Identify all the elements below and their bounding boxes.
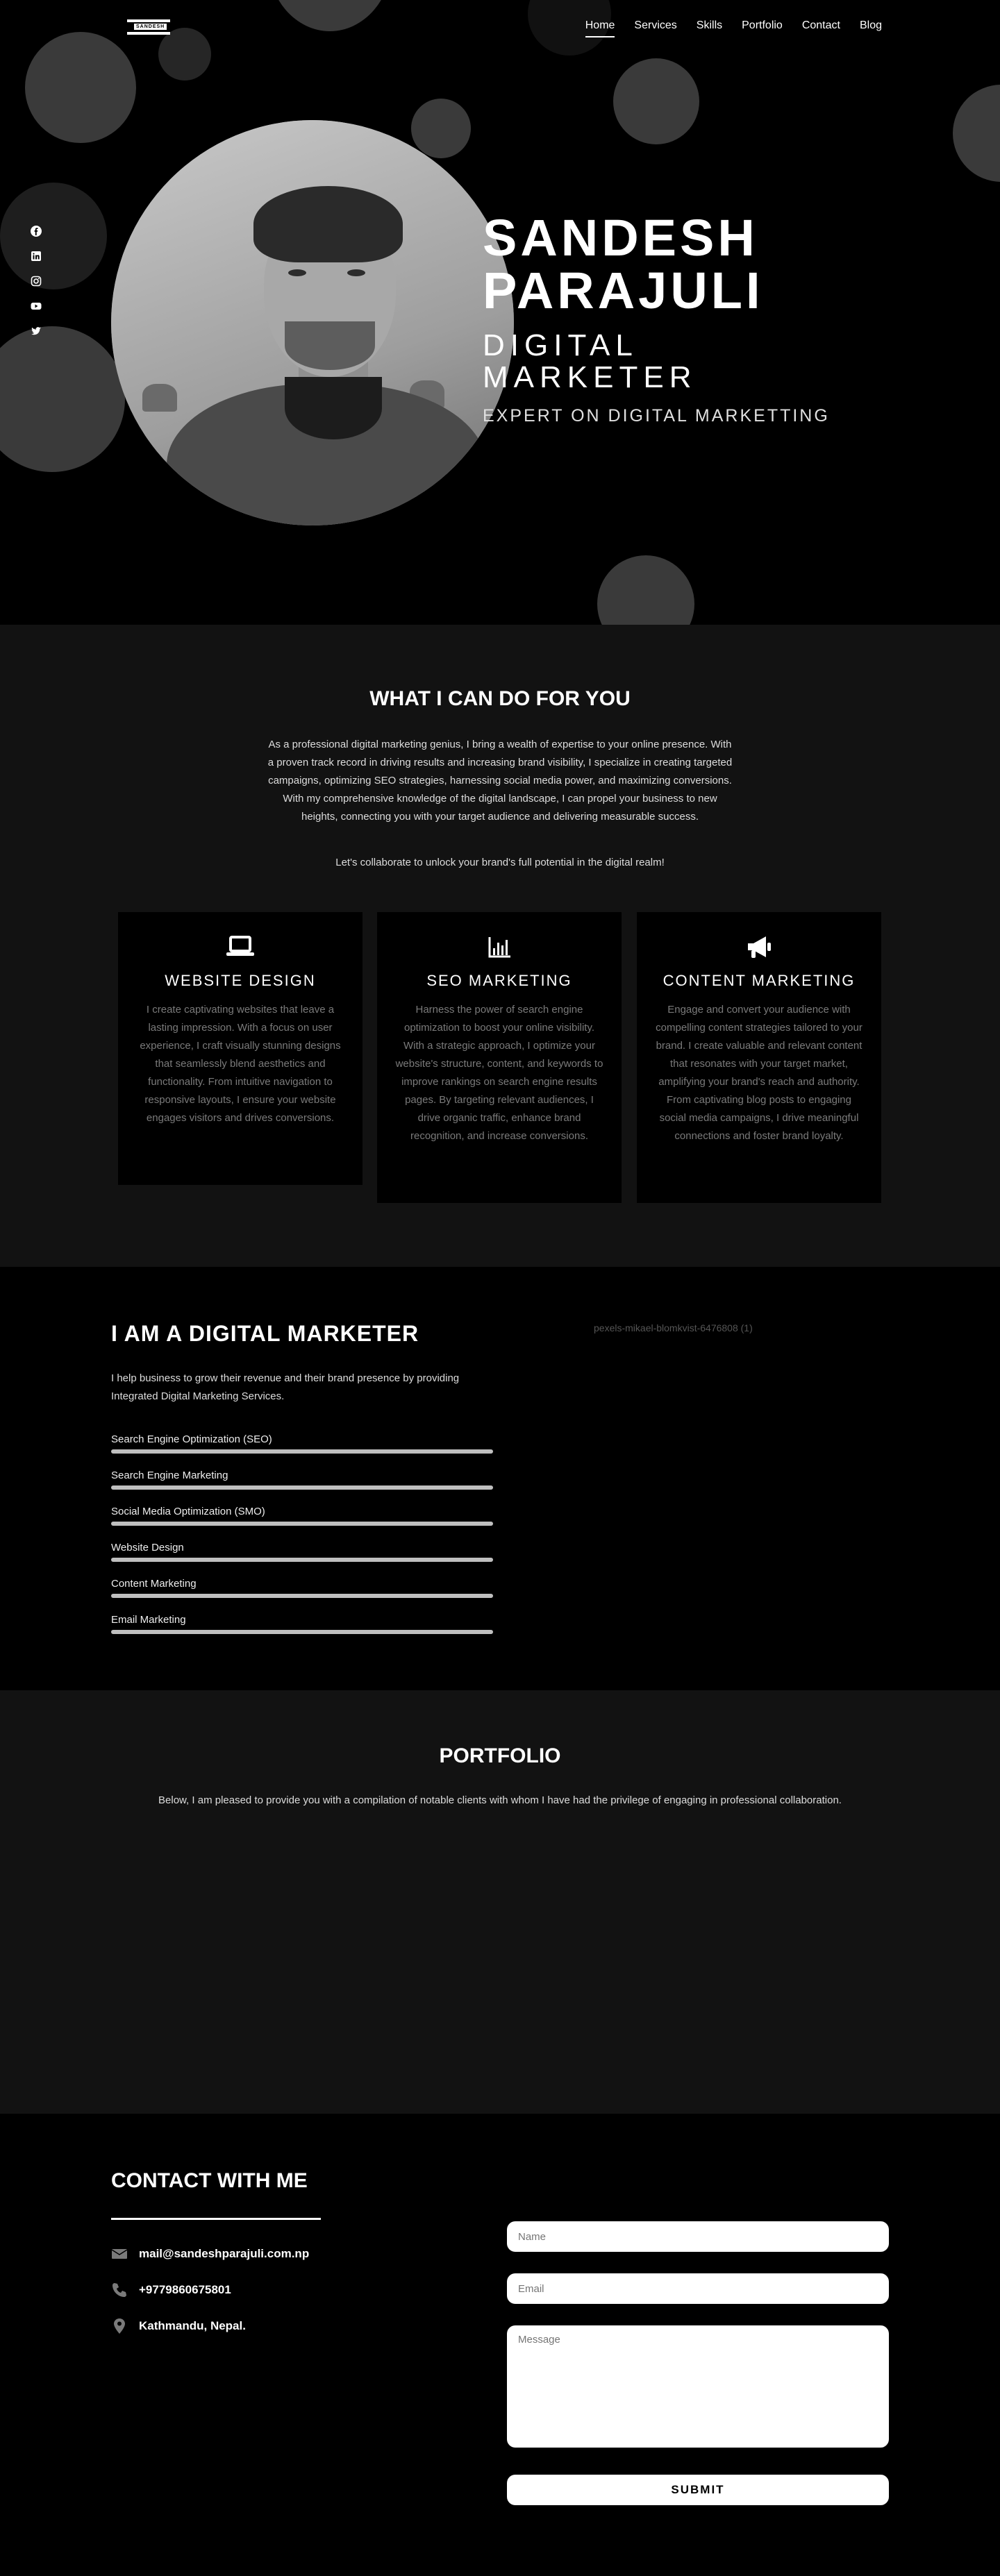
contact-title: CONTACT WITH ME xyxy=(111,2169,308,2192)
email-field[interactable] xyxy=(507,2273,889,2304)
hero-role: DIGITAL MARKETER xyxy=(483,330,830,394)
skills-lead: I help business to grow their revenue an… xyxy=(111,1372,460,1402)
hero-section: SANDESH Home Services Skills Portfolio C… xyxy=(0,0,1000,625)
portfolio-text: Below, I am pleased to provide you with … xyxy=(158,1794,842,1806)
services-intro: As a professional digital marketing geni… xyxy=(267,739,733,823)
skill-label: Email Marketing xyxy=(111,1614,186,1626)
skill-bar xyxy=(111,1522,493,1526)
social-links xyxy=(31,226,42,337)
skill-label: Search Engine Marketing xyxy=(111,1470,228,1481)
nav-portfolio[interactable]: Portfolio xyxy=(742,19,783,37)
contact-section: CONTACT WITH ME mail@sandeshparajuli.com… xyxy=(0,2114,1000,2576)
youtube-icon[interactable] xyxy=(31,301,42,312)
phone-icon xyxy=(111,2282,128,2298)
portfolio-title: PORTFOLIO xyxy=(439,1744,561,1767)
nav-skills[interactable]: Skills xyxy=(697,19,722,37)
skill-bar xyxy=(111,1594,493,1598)
services-title: WHAT I CAN DO FOR YOU xyxy=(369,687,631,710)
contact-title-underline xyxy=(111,2218,321,2220)
decorative-bubble xyxy=(613,58,699,144)
hero-role-line1: DIGITAL xyxy=(483,328,638,362)
hero-name-last: PARAJULI xyxy=(483,262,764,319)
service-card-seo-marketing: SEO MARKETING Harness the power of searc… xyxy=(377,912,622,1203)
skill-item: Email Marketing xyxy=(111,1614,493,1634)
megaphone-icon xyxy=(744,933,774,961)
services-section: WHAT I CAN DO FOR YOU As a professional … xyxy=(0,625,1000,1267)
service-card-content-marketing: CONTENT MARKETING Engage and convert you… xyxy=(637,912,881,1203)
hero-heading-block: SANDESH PARAJULI DIGITAL MARKETER EXPERT… xyxy=(483,212,830,426)
main-nav: Home Services Skills Portfolio Contact B… xyxy=(585,19,882,37)
nav-services[interactable]: Services xyxy=(634,19,676,37)
decorative-bubble xyxy=(267,0,392,31)
service-card-text: I create captivating websites that leave… xyxy=(140,1004,341,1124)
service-card-website-design: WEBSITE DESIGN I create captivating webs… xyxy=(118,912,362,1185)
hero-tagline: EXPERT ON DIGITAL MARKETTING xyxy=(483,406,830,426)
site-logo[interactable]: SANDESH xyxy=(127,19,170,36)
service-card-title: SEO MARKETING xyxy=(426,972,572,989)
bar-chart-icon xyxy=(484,933,515,961)
skills-title: I AM A DIGITAL MARKETER xyxy=(111,1321,419,1346)
envelope-icon xyxy=(111,2246,128,2262)
decorative-bubble xyxy=(0,183,107,289)
contact-phone-text[interactable]: +9779860675801 xyxy=(139,2283,231,2297)
services-collab-text: Let's collaborate to unlock your brand's… xyxy=(335,857,665,868)
contact-address-text: Kathmandu, Nepal. xyxy=(139,2319,246,2332)
skill-bar xyxy=(111,1630,493,1634)
service-card-title: WEBSITE DESIGN xyxy=(165,972,316,989)
skill-label: Search Engine Optimization (SEO) xyxy=(111,1433,272,1445)
hero-role-line2: MARKETER xyxy=(483,360,697,394)
skill-label: Website Design xyxy=(111,1542,184,1554)
skills-section: I AM A DIGITAL MARKETER I help business … xyxy=(0,1267,1000,1690)
laptop-icon xyxy=(225,933,256,961)
contact-phone: +9779860675801 xyxy=(111,2282,231,2298)
submit-button[interactable]: SUBMIT xyxy=(507,2475,889,2505)
hero-name: SANDESH PARAJULI xyxy=(483,212,830,317)
skill-item: Website Design xyxy=(111,1542,493,1562)
skill-label: Content Marketing xyxy=(111,1578,197,1590)
hero-name-first: SANDESH xyxy=(483,209,758,267)
skill-bar xyxy=(111,1485,493,1490)
logo-text: SANDESH xyxy=(134,24,167,30)
service-card-text: Harness the power of search engine optim… xyxy=(395,1004,603,1142)
contact-email-text[interactable]: mail@sandeshparajuli.com.np xyxy=(139,2247,309,2261)
service-card-text: Engage and convert your audience with co… xyxy=(656,1004,862,1142)
broken-image-alt: pexels-mikael-blomkvist-6476808 (1) xyxy=(594,1322,753,1333)
skill-bar xyxy=(111,1558,493,1562)
decorative-bubble xyxy=(597,555,694,625)
contact-address: Kathmandu, Nepal. xyxy=(111,2318,246,2334)
facebook-icon[interactable] xyxy=(31,226,42,237)
nav-contact[interactable]: Contact xyxy=(802,19,840,37)
twitter-icon[interactable] xyxy=(31,326,42,337)
skill-label: Social Media Optimization (SMO) xyxy=(111,1506,265,1517)
skill-item: Search Engine Optimization (SEO) xyxy=(111,1433,493,1454)
portfolio-section: PORTFOLIO Below, I am pleased to provide… xyxy=(0,1690,1000,2114)
map-pin-icon xyxy=(111,2318,128,2334)
service-card-title: CONTENT MARKETING xyxy=(662,972,856,989)
linkedin-icon[interactable] xyxy=(31,251,42,262)
name-field[interactable] xyxy=(507,2221,889,2252)
contact-email: mail@sandeshparajuli.com.np xyxy=(111,2246,309,2262)
decorative-bubble xyxy=(0,326,125,472)
decorative-bubble xyxy=(953,85,1000,182)
nav-blog[interactable]: Blog xyxy=(860,19,882,37)
profile-photo xyxy=(111,120,514,525)
skill-bar xyxy=(111,1449,493,1454)
skill-item: Search Engine Marketing xyxy=(111,1470,493,1490)
message-field[interactable] xyxy=(507,2325,889,2448)
skill-item: Social Media Optimization (SMO) xyxy=(111,1506,493,1526)
skill-item: Content Marketing xyxy=(111,1578,493,1598)
nav-home[interactable]: Home xyxy=(585,19,615,37)
instagram-icon[interactable] xyxy=(31,276,42,287)
